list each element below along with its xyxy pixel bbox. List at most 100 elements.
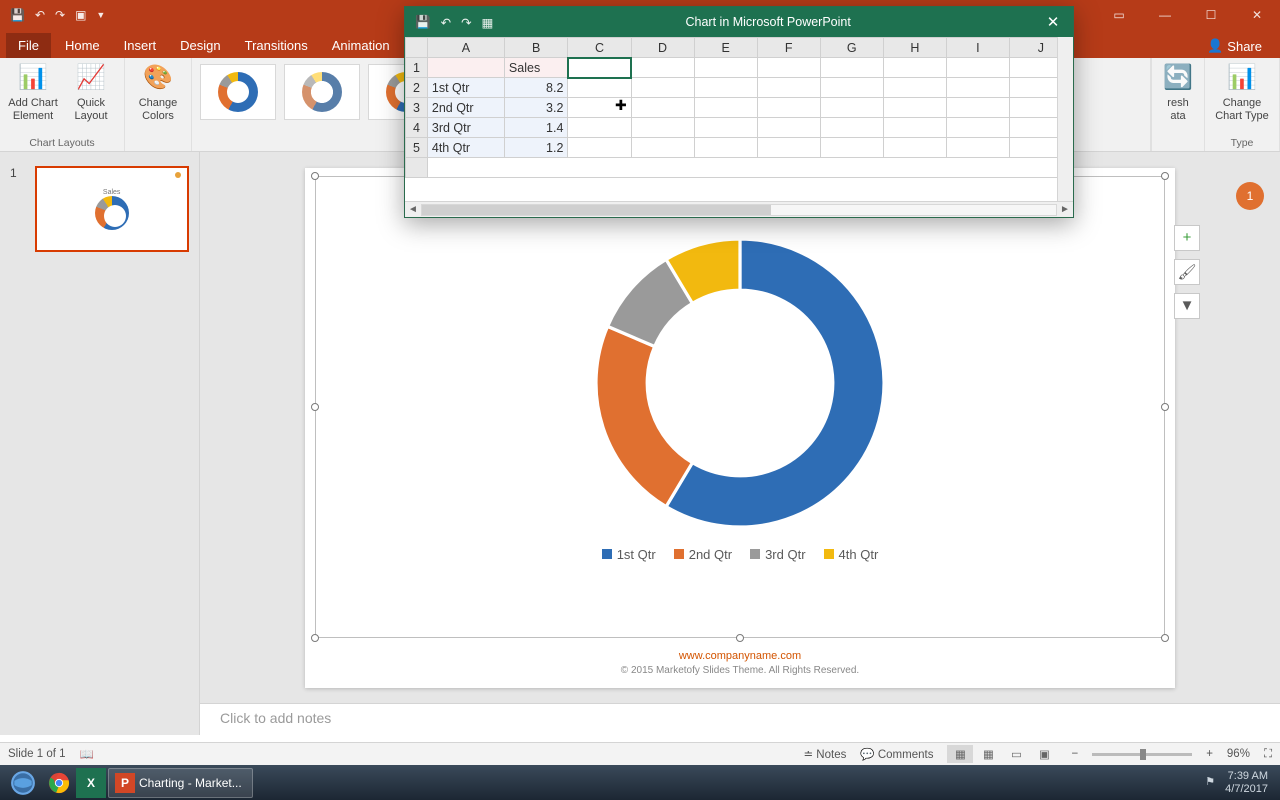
cell[interactable] — [568, 78, 631, 98]
cell[interactable] — [820, 58, 883, 78]
cell[interactable] — [757, 138, 820, 158]
zoom-level[interactable]: 96% — [1227, 748, 1250, 760]
legend-item[interactable]: 2nd Qtr — [674, 547, 732, 562]
sheet-vscroll[interactable] — [1057, 37, 1073, 201]
cell[interactable]: 4th Qtr — [427, 138, 504, 158]
cell[interactable] — [946, 118, 1009, 138]
qat-dropdown-icon[interactable]: ▼ — [96, 10, 105, 20]
chart-style-2[interactable] — [284, 64, 360, 120]
comments-toggle[interactable]: 💬 Comments — [860, 747, 933, 761]
cell-selected[interactable] — [568, 58, 631, 78]
tab-home[interactable]: Home — [53, 33, 112, 58]
slide-canvas[interactable]: Sales 1st Qtr 2nd Qtr 3rd Qtr 4th Qtr + … — [305, 168, 1175, 688]
cell[interactable] — [631, 98, 694, 118]
taskbar-powerpoint[interactable]: P Charting - Market... — [108, 768, 253, 798]
select-all-corner[interactable] — [406, 38, 428, 58]
redo-icon[interactable]: ↷ — [55, 8, 65, 22]
cell[interactable] — [883, 98, 946, 118]
cell[interactable] — [883, 118, 946, 138]
sheet-options-icon[interactable]: ▦ — [482, 15, 494, 30]
col-header[interactable]: G — [820, 38, 883, 58]
notes-pane[interactable]: Click to add notes — [200, 703, 1280, 735]
legend-item[interactable]: 4th Qtr — [824, 547, 879, 562]
sheet-undo-icon[interactable]: ↶ — [441, 15, 451, 30]
resize-handle[interactable] — [311, 172, 319, 180]
sheet-hscroll[interactable]: ◄ ► — [405, 201, 1073, 217]
slide-thumbnail-1[interactable]: Sales — [35, 166, 189, 252]
resize-handle[interactable] — [1161, 172, 1169, 180]
legend-item[interactable]: 1st Qtr — [602, 547, 656, 562]
slideshow-icon[interactable]: ▣ — [75, 8, 86, 22]
start-button[interactable] — [4, 768, 42, 798]
scroll-thumb[interactable] — [422, 205, 771, 215]
row-header[interactable]: 4 — [406, 118, 428, 138]
tab-animations[interactable]: Animation — [320, 33, 402, 58]
cell[interactable] — [757, 118, 820, 138]
donut-chart[interactable] — [580, 223, 900, 543]
taskbar-chrome[interactable] — [42, 768, 76, 798]
slideshow-view-icon[interactable]: ▣ — [1031, 745, 1057, 763]
col-header[interactable]: H — [883, 38, 946, 58]
cell[interactable]: 3.2 — [504, 98, 568, 118]
cell[interactable] — [820, 118, 883, 138]
chart-filter-button[interactable]: ▼ — [1174, 293, 1200, 319]
cell[interactable] — [568, 138, 631, 158]
add-chart-element-button[interactable]: 📊 Add Chart Element — [6, 62, 60, 122]
col-header[interactable]: A — [427, 38, 504, 58]
tray-flag-icon[interactable]: ⚑ — [1205, 776, 1215, 788]
ribbon-options-icon[interactable]: ▭ — [1096, 0, 1142, 30]
cell[interactable] — [883, 78, 946, 98]
tab-design[interactable]: Design — [168, 33, 232, 58]
cell[interactable] — [820, 98, 883, 118]
col-header[interactable]: C — [568, 38, 631, 58]
row-header[interactable] — [406, 158, 428, 178]
resize-handle[interactable] — [1161, 634, 1169, 642]
maximize-icon[interactable]: ☐ — [1188, 0, 1234, 30]
cell[interactable] — [631, 118, 694, 138]
col-header[interactable]: B — [504, 38, 568, 58]
normal-view-icon[interactable]: ▦ — [947, 745, 973, 763]
resize-handle[interactable] — [1161, 403, 1169, 411]
minimize-icon[interactable]: — — [1142, 0, 1188, 30]
cell[interactable] — [946, 58, 1009, 78]
undo-icon[interactable]: ↶ — [35, 8, 45, 22]
sheet-save-icon[interactable]: 💾 — [415, 15, 431, 30]
cell[interactable] — [694, 58, 757, 78]
legend-item[interactable]: 3rd Qtr — [750, 547, 805, 562]
cell[interactable] — [757, 58, 820, 78]
resize-handle[interactable] — [311, 403, 319, 411]
fit-window-icon[interactable]: ⛶ — [1264, 748, 1272, 761]
tab-file[interactable]: File — [6, 33, 51, 58]
cell[interactable]: 1.4 — [504, 118, 568, 138]
zoom-out-icon[interactable]: − — [1071, 748, 1078, 760]
cell[interactable] — [694, 98, 757, 118]
col-header[interactable]: I — [946, 38, 1009, 58]
row-header[interactable]: 3 — [406, 98, 428, 118]
share-button[interactable]: 👤 Share — [1197, 34, 1272, 58]
float-badge[interactable]: 1 — [1236, 182, 1264, 210]
cell[interactable] — [631, 58, 694, 78]
col-header[interactable]: E — [694, 38, 757, 58]
cell[interactable] — [757, 98, 820, 118]
cell[interactable] — [694, 138, 757, 158]
cell[interactable] — [883, 138, 946, 158]
close-icon[interactable]: ✕ — [1234, 0, 1280, 30]
cell[interactable] — [883, 58, 946, 78]
cell[interactable] — [631, 78, 694, 98]
cell[interactable] — [820, 78, 883, 98]
sheet-grid[interactable]: A B C D E F G H I J 1 Sales 2 1st Qtr — [405, 37, 1073, 178]
scroll-left-icon[interactable]: ◄ — [405, 204, 421, 215]
chart-data-window[interactable]: 💾 ↶ ↷ ▦ Chart in Microsoft PowerPoint ✕ … — [404, 6, 1074, 218]
cell[interactable] — [694, 78, 757, 98]
tray-clock[interactable]: 7:39 AM 4/7/2017 — [1225, 770, 1268, 794]
change-colors-button[interactable]: 🎨 Change Colors — [131, 62, 185, 122]
cell[interactable]: 1st Qtr — [427, 78, 504, 98]
zoom-in-icon[interactable]: + — [1206, 748, 1213, 760]
cell[interactable] — [694, 118, 757, 138]
cell[interactable]: 8.2 — [504, 78, 568, 98]
chart-selection-box[interactable]: Sales 1st Qtr 2nd Qtr 3rd Qtr 4th Qtr + … — [315, 176, 1165, 638]
cell[interactable]: 2nd Qtr — [427, 98, 504, 118]
cell[interactable] — [946, 78, 1009, 98]
cell[interactable]: 1.2 — [504, 138, 568, 158]
scroll-right-icon[interactable]: ► — [1057, 204, 1073, 215]
